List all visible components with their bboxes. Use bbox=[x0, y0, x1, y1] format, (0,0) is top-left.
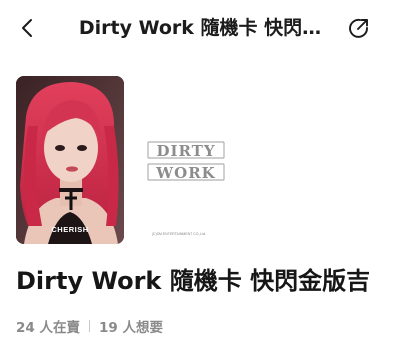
svg-text:WORK: WORK bbox=[155, 164, 215, 182]
sellers-count[interactable]: 24 人在賣 bbox=[16, 316, 80, 336]
product-title: Dirty Work 隨機卡 快閃金版吉 bbox=[16, 267, 371, 295]
image-gallery[interactable]: CHERISH DIRTY WORK (C)SM ENTERTAINMENT C… bbox=[0, 66, 400, 252]
dirty-work-logo: DIRTY WORK bbox=[147, 141, 225, 182]
share-button[interactable] bbox=[346, 15, 372, 41]
photocard-front-image[interactable]: CHERISH bbox=[16, 76, 124, 244]
photocard-back-image[interactable]: DIRTY WORK (C)SM ENTERTAINMENT CO.,Ltd. bbox=[124, 76, 234, 244]
chevron-left-icon bbox=[22, 19, 32, 37]
nav-title: Dirty Work 隨機卡 快閃… bbox=[78, 17, 322, 39]
wanters-count[interactable]: 19 人想要 bbox=[99, 316, 163, 336]
back-button[interactable] bbox=[16, 16, 40, 40]
stats-divider bbox=[89, 320, 90, 332]
copyright-text: (C)SM ENTERTAINMENT CO.,Ltd. bbox=[151, 232, 207, 236]
listing-stats: 24 人在賣 19 人想要 bbox=[16, 316, 163, 336]
top-navigation-bar: Dirty Work 隨機卡 快閃… bbox=[0, 0, 400, 56]
share-icon bbox=[349, 18, 368, 38]
card-member-name: CHERISH bbox=[51, 225, 89, 234]
svg-text:DIRTY: DIRTY bbox=[156, 142, 215, 160]
person-photo bbox=[16, 76, 124, 244]
